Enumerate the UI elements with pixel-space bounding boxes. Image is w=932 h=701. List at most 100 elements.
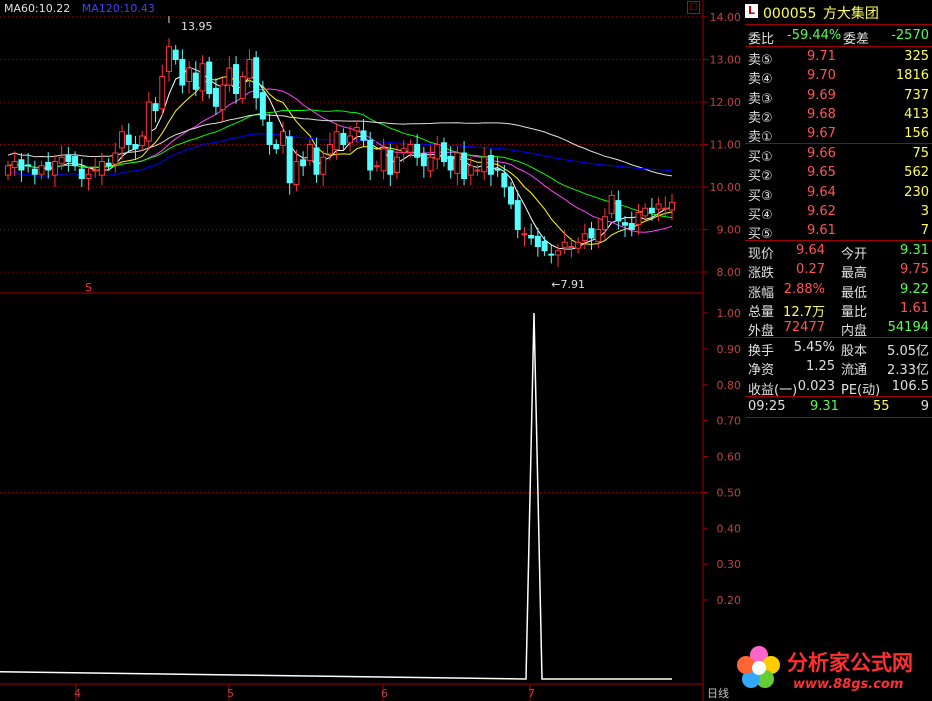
sell-level-row: 卖③ 9.69 737 bbox=[745, 87, 932, 107]
ma60-label: MA60:10.22 bbox=[4, 2, 71, 15]
price-tick-label: 8.00 bbox=[717, 266, 742, 279]
candle-body bbox=[662, 207, 669, 210]
candle-body bbox=[655, 203, 662, 210]
candle-body bbox=[622, 222, 629, 226]
candle-body bbox=[367, 139, 374, 171]
level-label: 卖④ bbox=[748, 72, 773, 88]
level-label: 买③ bbox=[748, 188, 773, 204]
weicha-value: -2570 bbox=[891, 28, 929, 43]
candle-body bbox=[387, 149, 394, 175]
candle-body bbox=[400, 148, 407, 153]
ma-legend: MA60:10.22 MA120:10.43 bbox=[4, 2, 163, 15]
level-label: 买④ bbox=[748, 207, 773, 223]
level-label: 卖② bbox=[748, 110, 773, 126]
stock-logo-icon: L bbox=[745, 4, 758, 18]
level-volume: 413 bbox=[904, 106, 929, 122]
sell-level-row: 卖① 9.67 156 bbox=[745, 125, 932, 145]
indicator-tick-label: 0.70 bbox=[717, 415, 742, 428]
candle-body bbox=[373, 165, 380, 168]
tick-price: 9.31 bbox=[810, 399, 839, 414]
price-tick-label: 12.00 bbox=[710, 96, 742, 109]
candle-body bbox=[427, 156, 434, 172]
quote-stat-row: 涨幅 2.88% 最低 9.22 bbox=[745, 281, 932, 301]
stat-value: 2.33亿 bbox=[887, 363, 929, 379]
candle-body bbox=[212, 87, 219, 107]
candle-body bbox=[159, 76, 166, 110]
candle-body bbox=[528, 234, 535, 239]
ma120-label: MA120:10.43 bbox=[81, 2, 155, 15]
stat-label: 换手 bbox=[748, 344, 775, 359]
stat-value: 0.023 bbox=[797, 378, 835, 394]
date-tick-label: 6 bbox=[381, 687, 388, 700]
stat-value: 9.31 bbox=[900, 243, 929, 258]
sell-level-row: 卖④ 9.70 1816 bbox=[745, 67, 932, 88]
level-volume: 230 bbox=[904, 184, 929, 200]
divider bbox=[745, 417, 932, 418]
stat-value: 9.22 bbox=[900, 281, 929, 297]
candle-body bbox=[18, 159, 25, 171]
stat-value: 12.7万 bbox=[783, 304, 825, 320]
tick-volume: 55 bbox=[873, 399, 890, 414]
candle-body bbox=[179, 59, 186, 86]
buy-level-row: 买⑤ 9.61 7 bbox=[745, 222, 932, 242]
level-price: 9.69 bbox=[807, 87, 836, 103]
stat-value: 9.64 bbox=[796, 243, 825, 258]
divider bbox=[745, 143, 932, 144]
divider bbox=[745, 46, 932, 47]
indicator-tick-label: 0.90 bbox=[717, 343, 742, 356]
candle-body bbox=[514, 200, 521, 231]
candle-body bbox=[65, 155, 72, 163]
level-volume: 325 bbox=[904, 49, 929, 64]
stat-value: 5.05亿 bbox=[887, 344, 929, 359]
window-toggle-button[interactable]: □ bbox=[687, 1, 700, 14]
candle-body bbox=[293, 161, 300, 185]
stat-label: 现价 bbox=[748, 247, 775, 262]
date-tick-label: 4 bbox=[74, 687, 81, 700]
candle-body bbox=[394, 156, 401, 174]
candle-body bbox=[313, 147, 320, 175]
tick-row: 09:25 9.31 55 9 bbox=[745, 398, 932, 417]
candle-body bbox=[246, 59, 253, 79]
stat-value: 1.61 bbox=[900, 300, 929, 316]
stat-value: 54194 bbox=[887, 320, 929, 336]
candle-body bbox=[467, 165, 474, 176]
stat-label: 收益(一) bbox=[748, 382, 798, 398]
candle-body bbox=[139, 135, 146, 146]
candle-body bbox=[58, 156, 65, 164]
candle-body bbox=[152, 103, 159, 111]
brand-watermark: 分析家公式网 www.88gs.com bbox=[735, 637, 932, 701]
candle-body bbox=[279, 131, 286, 146]
level-price: 9.65 bbox=[807, 165, 836, 181]
level-price: 9.66 bbox=[807, 146, 836, 161]
buy-level-row: 买① 9.66 75 bbox=[745, 145, 932, 165]
stat-value: 0.27 bbox=[796, 262, 825, 278]
indicator-tick-label: 0.30 bbox=[717, 558, 742, 571]
level-volume: 1816 bbox=[895, 68, 929, 84]
quote-stat-row: 现价 9.64 今开 9.31 bbox=[745, 242, 932, 262]
candle-body bbox=[420, 153, 427, 167]
candle-body bbox=[461, 152, 468, 179]
candle-body bbox=[615, 200, 622, 222]
candle-body bbox=[333, 131, 340, 151]
stat-label: 净资 bbox=[748, 363, 775, 379]
low-marker-label: ←7.91 bbox=[551, 278, 585, 291]
candle-body bbox=[219, 84, 226, 111]
level-volume: 75 bbox=[912, 146, 929, 161]
buy-level-row: 买③ 9.64 230 bbox=[745, 184, 932, 204]
stat-value: 2.88% bbox=[783, 281, 825, 297]
candle-body bbox=[38, 165, 45, 175]
candle-body bbox=[601, 216, 608, 230]
candle-body bbox=[414, 144, 421, 158]
candle-body bbox=[199, 63, 206, 92]
candle-body bbox=[628, 223, 635, 231]
level-label: 买① bbox=[748, 150, 773, 165]
stat-label: 流通 bbox=[841, 363, 868, 379]
candle-body bbox=[172, 49, 179, 61]
level-volume: 3 bbox=[920, 203, 929, 219]
candle-body bbox=[353, 127, 360, 132]
candle-body bbox=[253, 57, 260, 99]
level-volume: 7 bbox=[920, 223, 929, 239]
level-label: 卖⑤ bbox=[748, 53, 773, 68]
level-price: 9.68 bbox=[807, 106, 836, 122]
price-tick-label: 9.00 bbox=[717, 224, 742, 237]
